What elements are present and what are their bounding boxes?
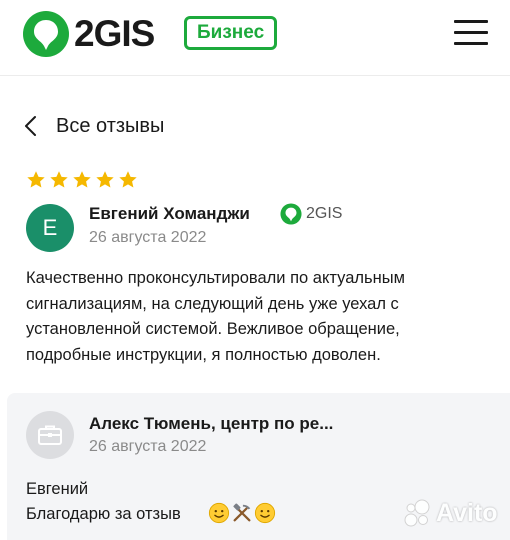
review-text: Качественно проконсультировали по актуал… <box>26 269 405 364</box>
back-to-all-reviews[interactable]: Все отзывы <box>22 108 164 144</box>
briefcase-icon <box>38 425 62 445</box>
star-icon <box>27 171 45 188</box>
avito-logo-icon <box>404 499 430 527</box>
star-icon <box>96 171 114 188</box>
app-header: 2GIS Бизнес <box>0 0 510 76</box>
rating-stars <box>26 170 138 190</box>
back-label: Все отзывы <box>56 114 165 137</box>
smiling-face-icon <box>208 502 230 524</box>
hammer-and-pick-icon <box>233 503 251 522</box>
avito-watermark: Avito <box>402 498 498 528</box>
business-badge[interactable]: Бизнес <box>184 16 278 50</box>
avito-watermark-text: Avito <box>436 498 498 527</box>
business-avatar <box>26 411 74 459</box>
hamburger-menu-icon[interactable] <box>454 20 488 46</box>
chevron-left-icon <box>25 116 36 136</box>
reply-greeting: Евгений <box>26 480 89 498</box>
reply-date: 26 августа 2022 <box>89 438 207 455</box>
2gis-logo[interactable]: 2GIS <box>22 10 155 58</box>
star-icon <box>73 171 91 188</box>
logo-text: 2GIS <box>74 13 155 54</box>
reviewer-name: Евгений Хоманджи <box>89 204 250 223</box>
star-icon <box>119 171 137 188</box>
reviewer-avatar: Е <box>26 204 74 252</box>
smiling-face-icon <box>254 502 276 524</box>
reply-emojis <box>208 502 276 524</box>
review-source: 2GIS <box>280 203 342 225</box>
star-icon <box>50 171 68 188</box>
2gis-pin-icon <box>23 11 69 57</box>
2gis-pin-icon <box>280 203 302 225</box>
reply-text: Благодарю за отзыв <box>26 505 181 523</box>
review-date: 26 августа 2022 <box>89 229 207 246</box>
source-label: 2GIS <box>306 205 343 222</box>
business-name[interactable]: Алекс Тюмень, центр по ре... <box>89 414 333 434</box>
